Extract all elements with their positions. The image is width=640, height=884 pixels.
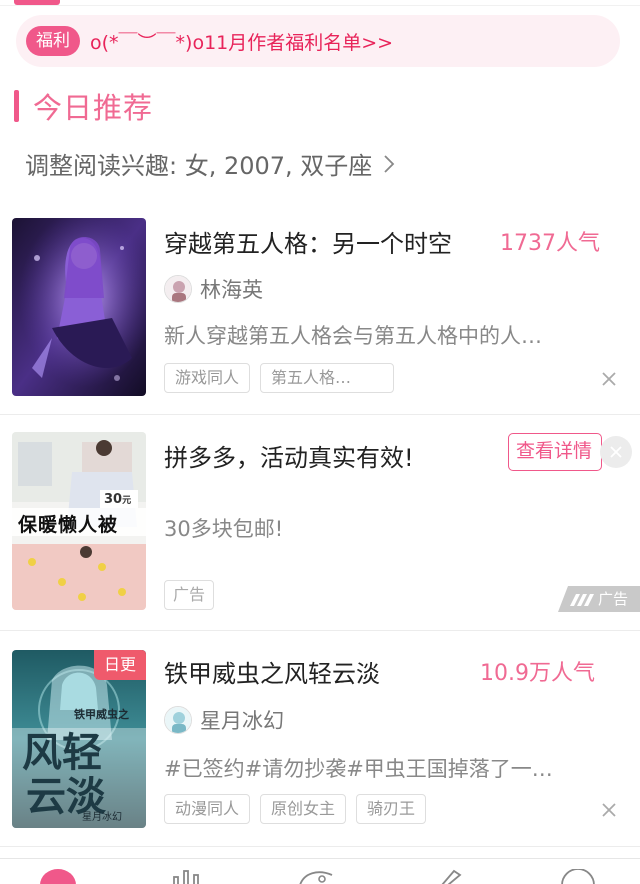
book-cover[interactable]: 铁甲威虫之 风轻 云淡 星月冰幻 日更 [12,650,146,828]
author-name: 林海英 [200,278,263,302]
notice-badge: 福利 [26,26,80,56]
ad-image-caption: 保暖懒人被 [18,514,119,536]
ad-close-button[interactable] [600,436,632,468]
close-icon[interactable] [600,801,618,819]
book-description: 新人穿越第五人格会与第五人格中的人… [164,324,542,348]
card-divider [0,414,640,415]
tab-rank-icon[interactable] [170,869,206,884]
adjust-interest-label: 调整阅读兴趣: 女, 2007, 双子座 [25,152,373,180]
section-title: 今日推荐 [33,91,154,125]
top-divider [0,5,640,6]
book-popularity: 1737人气 [500,231,600,256]
cover-author-text: 星月冰幻 [82,812,122,823]
close-icon[interactable] [600,370,618,388]
book-tag[interactable]: 骑刃王 [356,794,427,824]
book-author[interactable]: 星月冰幻 [164,705,284,735]
ad-label-text: 广告 [598,590,629,608]
card-divider [0,846,640,847]
ad-image-price: 30元 [104,492,132,507]
section-accent-bar [14,90,19,122]
section-header: 今日推荐 [14,86,153,126]
view-details-button[interactable]: 查看详情 [508,433,602,471]
tab-write-icon[interactable] [436,869,466,884]
update-badge: 日更 [94,650,146,680]
book-tag[interactable]: 动漫同人 [164,794,251,824]
ad-mark-icon [570,594,594,606]
book-title[interactable]: 铁甲威虫之风轻云淡 [164,654,380,689]
notice-banner[interactable]: 福利 o(*￣︶￣*)o11月作者福利名单>> [16,15,620,67]
ad-tag: 广告 [164,580,215,610]
close-icon [610,446,622,458]
adjust-interest-link[interactable]: 调整阅读兴趣: 女, 2007, 双子座 [25,146,400,181]
ad-subtitle: 30多块包邮! [164,517,284,541]
tab-profile-icon[interactable] [560,869,596,884]
book-author[interactable]: 林海英 [164,274,263,304]
book-tags: 游戏同人 第五人格… [164,363,395,393]
bottom-tab-bar [0,858,640,884]
book-title[interactable]: 穿越第五人格：另一个时空 [164,224,452,259]
book-tag[interactable]: 原创女主 [260,794,347,824]
ad-title[interactable]: 拼多多，活动真实有效! [164,438,414,473]
card-divider [0,630,640,631]
author-avatar [164,706,192,734]
ad-label: 广告 [558,586,640,612]
author-avatar [164,275,192,303]
chevron-right-icon [384,154,395,173]
book-cover[interactable] [12,218,146,396]
book-popularity: 10.9万人气 [480,661,595,686]
author-name: 星月冰幻 [200,709,284,733]
book-tags: 动漫同人 原创女主 骑刃王 [164,794,427,824]
tab-home-icon[interactable] [40,869,76,884]
notice-link[interactable]: o(*￣︶￣*)o11月作者福利名单>> [90,28,393,55]
tab-discover-icon[interactable] [298,869,338,884]
book-tag[interactable]: 游戏同人 [164,363,251,393]
book-tag[interactable]: 第五人格… [260,363,395,393]
book-description: #已签约#请勿抄袭#甲虫王国掉落了一… [164,757,553,781]
ad-image[interactable]: 30元 保暖懒人被 [12,432,146,610]
